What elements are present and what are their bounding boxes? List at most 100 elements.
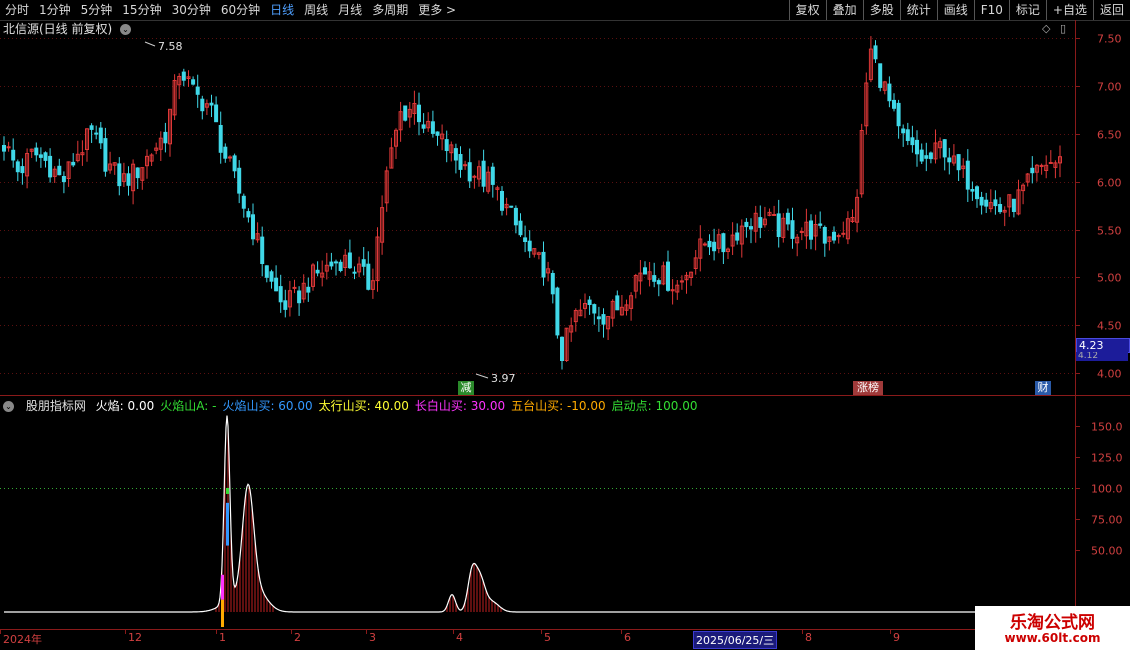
candle-body — [57, 165, 62, 176]
candle-body — [707, 240, 712, 248]
chevron-down-icon[interactable]: ⌄ — [3, 401, 14, 412]
candle-body — [541, 251, 546, 278]
candle-body — [785, 212, 790, 225]
candle-body — [209, 102, 214, 106]
event-tag-reduce[interactable]: 减 — [458, 381, 474, 395]
candle-body — [472, 175, 477, 178]
candle-body — [467, 162, 472, 182]
candle-body — [278, 286, 283, 303]
candle-body — [430, 121, 435, 134]
panel-icons: ◇ ▯ — [1042, 22, 1066, 35]
candle-body — [366, 263, 371, 290]
date-label-2: 1 — [219, 631, 226, 644]
candle-body — [421, 124, 426, 129]
event-tag-finance[interactable]: 财 — [1035, 381, 1051, 395]
price-tick-label: 6.50 — [1097, 129, 1122, 142]
candle-body — [48, 155, 53, 178]
low-label: 3.97 — [491, 372, 516, 385]
candle-body — [251, 214, 255, 240]
diamond-icon[interactable]: ◇ — [1042, 22, 1050, 35]
candle-body — [89, 125, 94, 130]
candle-body — [979, 196, 984, 206]
chevron-down-icon[interactable]: ⌄ — [120, 24, 132, 35]
indicator-item-0: 火焰: 0.00 — [95, 399, 155, 413]
candle-body — [887, 83, 892, 102]
candle-body — [965, 160, 970, 190]
high-label: 7.58 — [158, 40, 183, 53]
candle-body — [306, 286, 311, 293]
candle-body — [292, 286, 297, 289]
candle-body — [822, 227, 827, 244]
panel-toggle-icon[interactable]: ▯ — [1060, 22, 1066, 35]
indicator-plot — [4, 415, 975, 627]
candle-body — [94, 132, 99, 135]
candle-body — [666, 261, 670, 291]
candle-body — [809, 220, 813, 240]
indicator-legend: ⌄ 股朋指标网 火焰: 0.00 火焰山A: - 火焰山买: 60.00 太行山买: … — [3, 398, 704, 414]
low-pointer — [475, 373, 489, 379]
current-price-label: 4.23 — [1076, 338, 1130, 353]
candle-body — [117, 163, 122, 187]
candle-body — [500, 191, 504, 211]
date-label-1: 12 — [128, 631, 142, 644]
date-axis: 2024年 12 1 2 3 4 5 6 8 9 2025/06/25/三 — [0, 630, 1075, 649]
flame-line — [4, 415, 975, 613]
candle-body — [818, 223, 823, 226]
candle-body — [555, 287, 560, 336]
candle-body — [126, 173, 131, 186]
candle-body — [352, 271, 357, 274]
candle-body — [481, 160, 486, 187]
price-tick-label: 5.50 — [1097, 225, 1122, 238]
candle-body — [218, 125, 223, 153]
candle-body — [702, 243, 707, 246]
candle-body — [523, 237, 528, 242]
candle-body — [297, 290, 302, 304]
candle-body — [274, 277, 279, 292]
candle-body — [43, 152, 48, 161]
candle-body — [901, 128, 906, 134]
candle-body — [264, 265, 269, 278]
date-label-8: 8 — [805, 631, 812, 644]
huoyan-buy-bar — [226, 502, 229, 546]
candle-body — [601, 314, 606, 325]
candle-body — [163, 131, 168, 144]
candle-body — [260, 236, 265, 265]
candle-body — [195, 86, 200, 95]
candle-body — [509, 205, 514, 208]
candle-body — [246, 211, 251, 218]
candle-body — [6, 146, 11, 149]
candle-body — [919, 149, 924, 162]
candle-body — [896, 102, 901, 127]
candle-body — [956, 154, 961, 171]
indicator-name[interactable]: 股朋指标网 — [26, 399, 86, 413]
candle-body — [984, 199, 989, 207]
candle-body — [11, 149, 16, 161]
candle-body — [615, 295, 620, 311]
date-label-0: 2024年 — [3, 633, 42, 646]
indicator-item-6: 启动点: 100.00 — [611, 399, 698, 413]
indicator-item-2: 火焰山买: 60.00 — [222, 399, 313, 413]
event-tag-list[interactable]: 涨榜 — [853, 381, 883, 395]
stock-title[interactable]: 北信源(日线 前复权) ⌄ — [3, 21, 132, 37]
date-label-6: 5 — [544, 631, 551, 644]
candle-body — [712, 241, 717, 252]
candle-body — [799, 231, 804, 233]
candle-body — [181, 71, 186, 81]
high-pointer — [144, 41, 156, 47]
price-tick-label: 4.50 — [1097, 320, 1122, 333]
candle-body — [34, 147, 39, 156]
kline-chart[interactable]: 7.507.006.506.005.505.004.504.00 150.012… — [0, 0, 1130, 650]
candle-body — [283, 300, 288, 310]
candle-body — [513, 207, 518, 226]
candle-body — [214, 104, 219, 123]
candle-body — [518, 220, 523, 236]
candle-body — [15, 161, 20, 173]
candle-body — [643, 267, 647, 275]
wutai-buy-bar — [221, 599, 224, 627]
candle-body — [191, 79, 196, 85]
indicator-tick-label: 125.0 — [1091, 452, 1123, 465]
candle-body — [592, 304, 597, 314]
candle-body — [20, 166, 25, 174]
candle-body — [61, 176, 66, 183]
candle-body — [38, 154, 43, 158]
